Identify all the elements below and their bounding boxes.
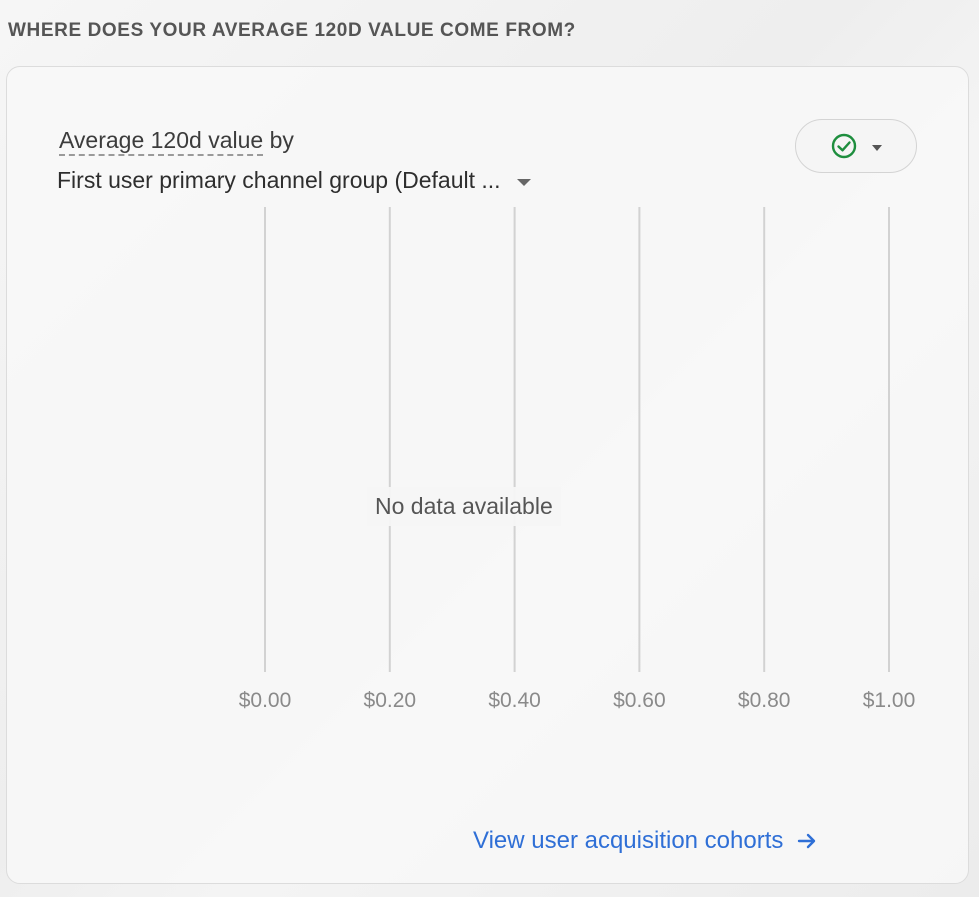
- metric-selector[interactable]: Average 120d value by: [59, 127, 294, 156]
- view-user-acquisition-cohorts-link[interactable]: View user acquisition cohorts: [473, 827, 819, 855]
- x-tick-label: $0.80: [738, 689, 791, 712]
- metric-by-text: by: [263, 127, 294, 153]
- no-data-message: No data available: [367, 487, 561, 526]
- caret-down-icon: [516, 178, 531, 186]
- x-tick-label: $0.20: [364, 689, 417, 712]
- dimension-selector[interactable]: First user primary channel group (Defaul…: [57, 167, 531, 194]
- page: WHERE DOES YOUR AVERAGE 120D VALUE COME …: [0, 0, 979, 897]
- x-tick-label: $0.00: [239, 689, 292, 712]
- x-tick-label: $0.40: [488, 689, 541, 712]
- arrow-right-icon: [798, 833, 816, 849]
- x-tick-label: $0.60: [613, 689, 666, 712]
- data-quality-status-button[interactable]: [795, 119, 917, 173]
- dimension-label: First user primary channel group (Defaul…: [57, 167, 501, 193]
- check-circle-icon: [831, 133, 857, 159]
- link-label: View user acquisition cohorts: [473, 827, 784, 854]
- x-tick-label: $1.00: [863, 689, 916, 712]
- metric-name[interactable]: Average 120d value: [59, 127, 264, 156]
- chart-card: $0.00 $0.20 $0.40 $0.60 $0.80 $1.00 Average 1…: [6, 66, 969, 884]
- caret-down-icon: [872, 144, 882, 151]
- section-title: WHERE DOES YOUR AVERAGE 120D VALUE COME …: [8, 20, 576, 41]
